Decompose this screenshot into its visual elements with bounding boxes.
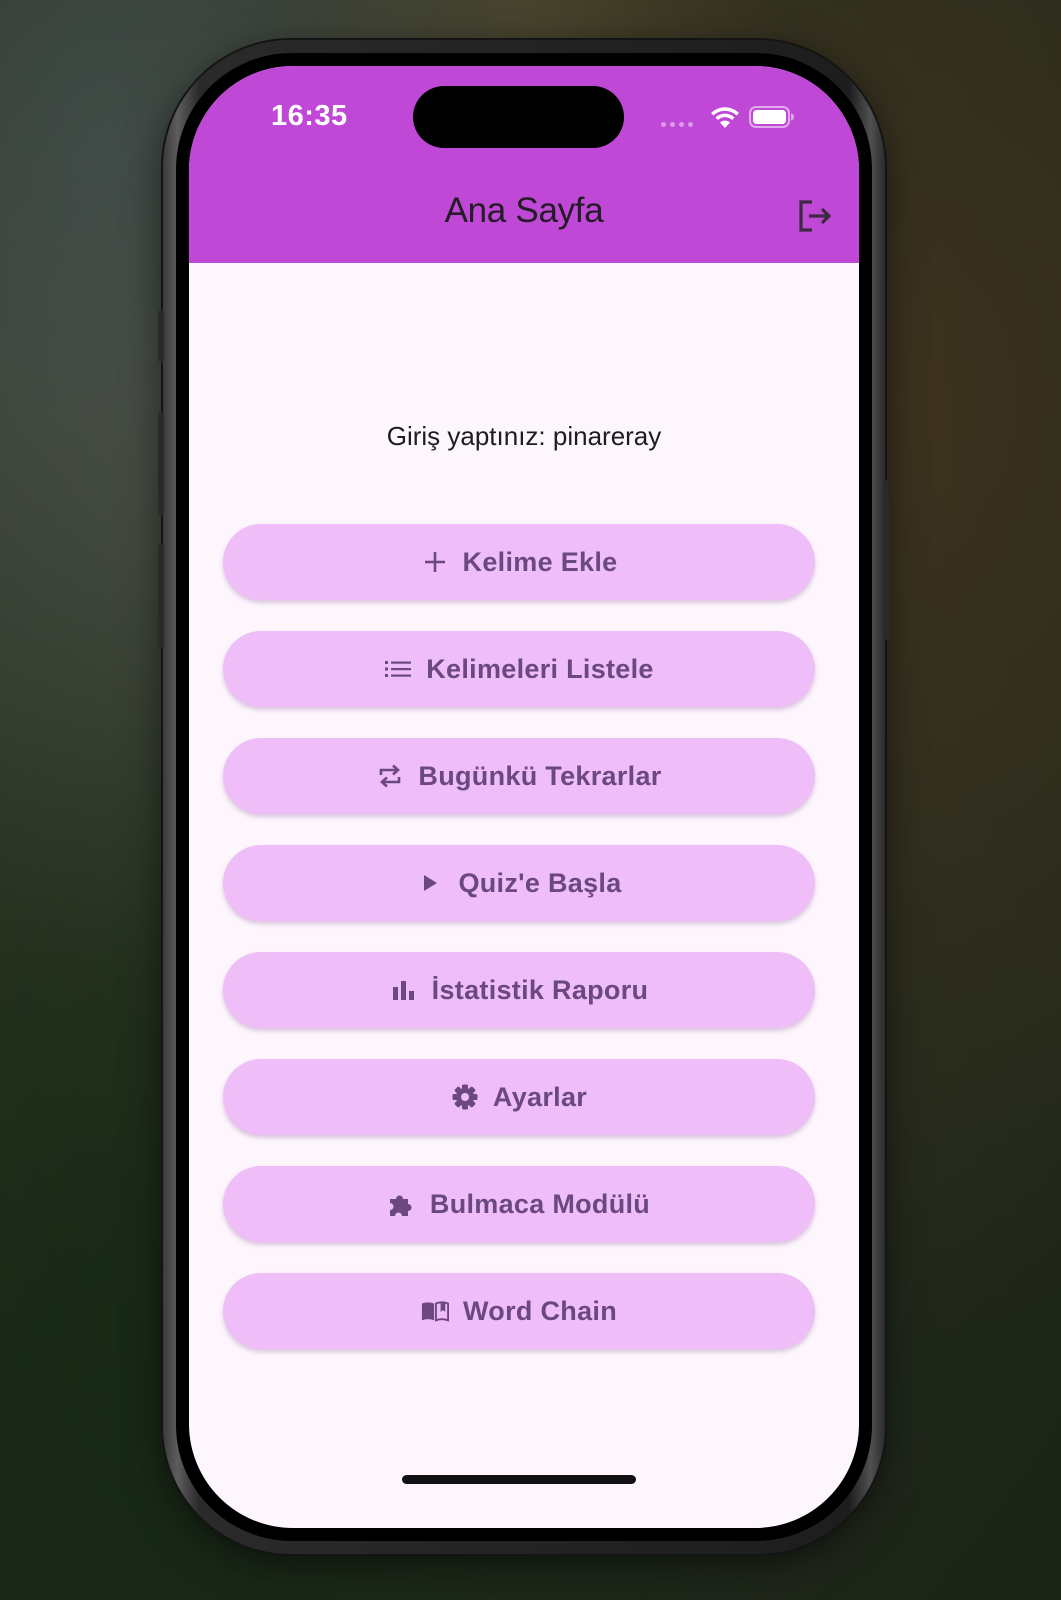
list-icon xyxy=(384,655,412,683)
logout-button[interactable] xyxy=(795,196,835,236)
puzzle-module-button[interactable]: Bulmaca Modülü xyxy=(223,1166,815,1242)
start-quiz-label: Quiz'e Başla xyxy=(458,867,622,898)
bar-chart-icon xyxy=(390,976,418,1004)
welcome-text: Giriş yaptınız: pinareray xyxy=(386,421,662,451)
statistics-report-label: İstatistik Raporu xyxy=(431,974,649,1005)
add-word-button[interactable]: Kelime Ekle xyxy=(223,524,815,600)
battery-icon xyxy=(749,106,794,128)
plus-icon xyxy=(421,548,449,576)
settings-label: Ayarlar xyxy=(492,1081,588,1112)
phone-bezel: 16:35 Ana Sayfa Giriş yaptınız: pinarera… xyxy=(176,53,872,1541)
signal-dots-icon xyxy=(661,122,693,127)
gear-icon xyxy=(451,1083,479,1111)
word-chain-button[interactable]: Word Chain xyxy=(223,1273,815,1349)
screen: 16:35 Ana Sayfa Giriş yaptınız: pinarera… xyxy=(189,66,859,1528)
repeat-icon xyxy=(376,762,404,790)
settings-button[interactable]: Ayarlar xyxy=(223,1059,815,1135)
list-words-button[interactable]: Kelimeleri Listele xyxy=(223,631,815,707)
home-indicator[interactable] xyxy=(402,1475,636,1484)
list-words-label: Kelimeleri Listele xyxy=(426,653,654,684)
wifi-icon xyxy=(711,107,739,128)
play-icon xyxy=(416,869,444,897)
status-time: 16:35 xyxy=(271,100,348,132)
volume-down-button xyxy=(158,544,164,648)
start-quiz-button[interactable]: Quiz'e Başla xyxy=(223,845,815,921)
word-chain-label: Word Chain xyxy=(463,1295,617,1326)
puzzle-icon xyxy=(388,1190,416,1218)
dynamic-island xyxy=(413,86,624,148)
statistics-report-button[interactable]: İstatistik Raporu xyxy=(223,952,815,1028)
volume-up-button xyxy=(158,412,164,516)
phone-frame: 16:35 Ana Sayfa Giriş yaptınız: pinarera… xyxy=(158,40,889,1554)
app-bar: 16:35 Ana Sayfa xyxy=(189,66,859,263)
action-button xyxy=(158,310,164,362)
book-icon xyxy=(421,1297,449,1325)
logout-icon xyxy=(799,200,832,232)
todays-reviews-label: Bugünkü Tekrarlar xyxy=(418,760,662,791)
todays-reviews-button[interactable]: Bugünkü Tekrarlar xyxy=(223,738,815,814)
main-menu: Kelime Ekle Kelimeleri Listele Bugünkü T… xyxy=(223,524,815,1380)
add-word-label: Kelime Ekle xyxy=(462,546,618,577)
page-title: Ana Sayfa xyxy=(444,191,604,230)
puzzle-module-label: Bulmaca Modülü xyxy=(429,1188,651,1219)
power-button xyxy=(883,480,889,640)
